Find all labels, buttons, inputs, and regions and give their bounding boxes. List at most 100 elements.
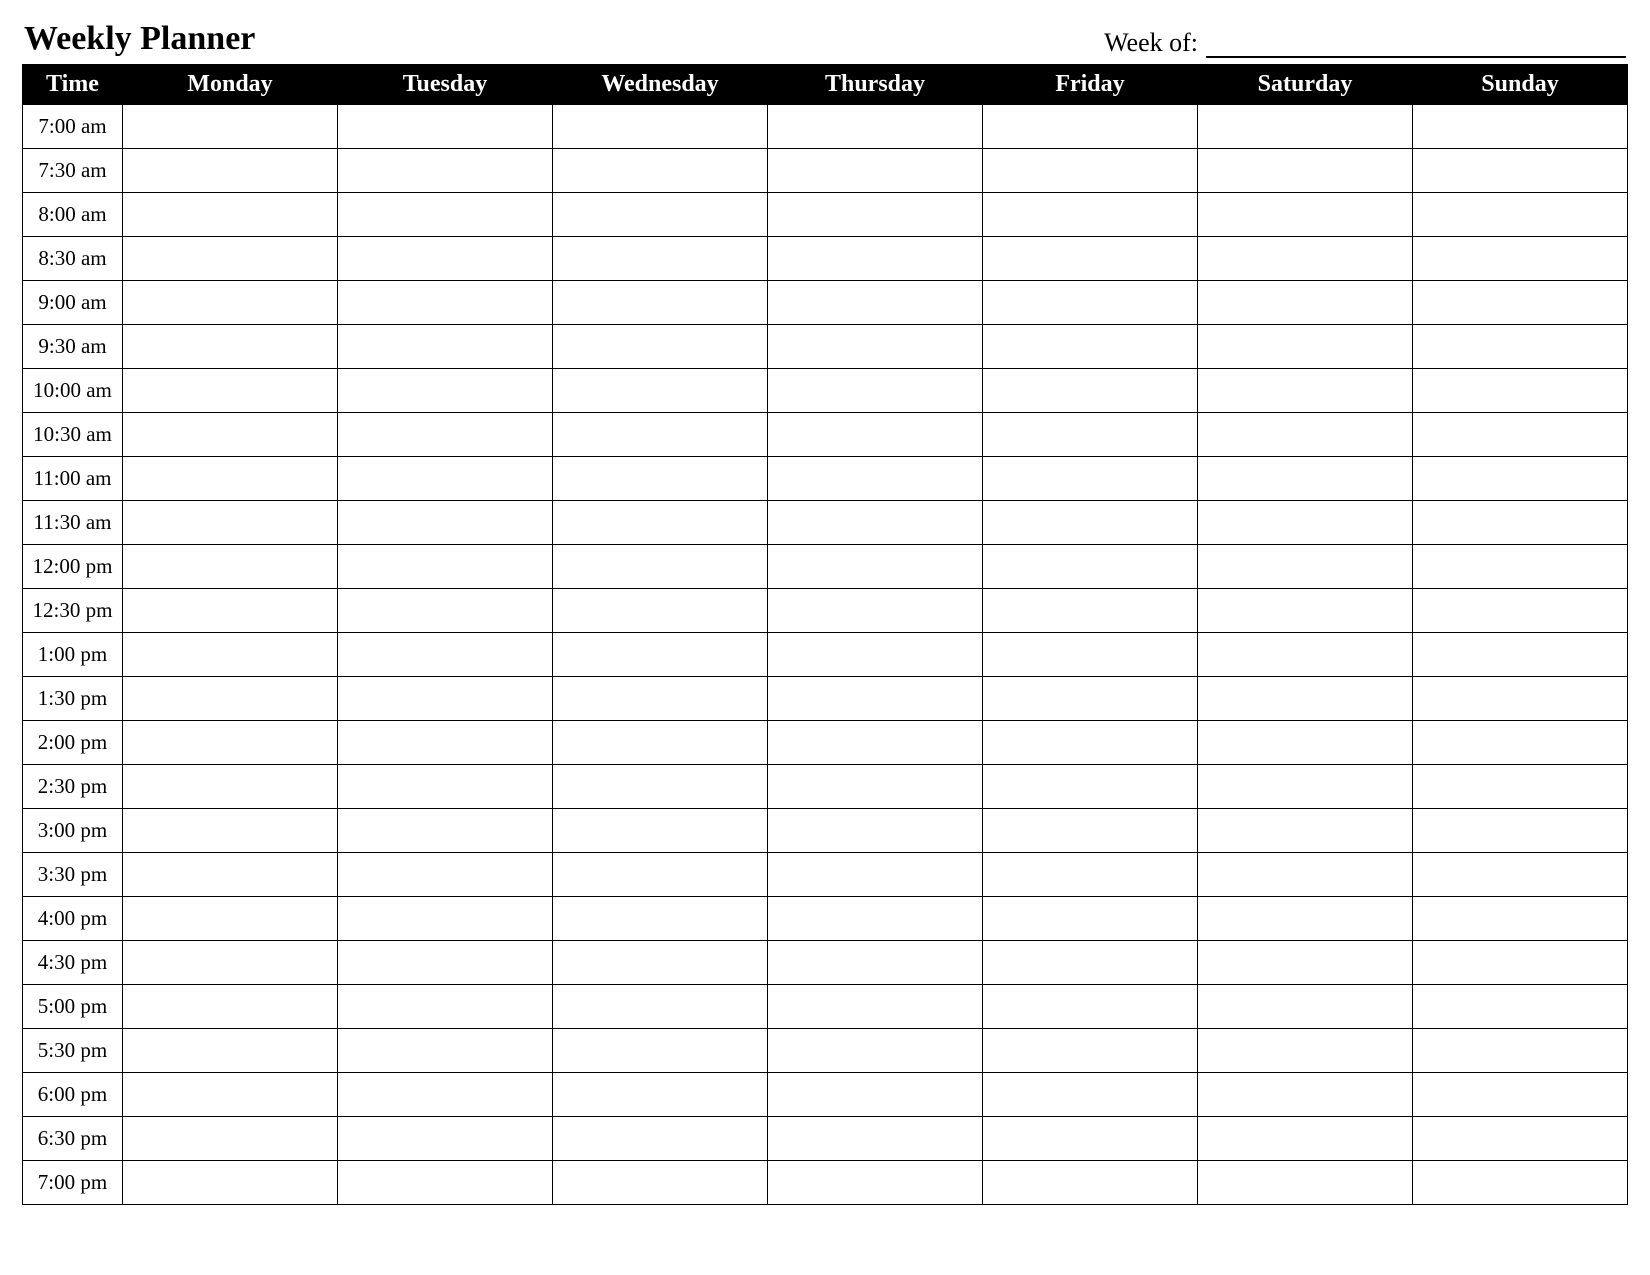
slot-cell[interactable]: [1198, 193, 1413, 237]
slot-cell[interactable]: [1413, 1029, 1628, 1073]
slot-cell[interactable]: [553, 1161, 768, 1205]
slot-cell[interactable]: [338, 369, 553, 413]
slot-cell[interactable]: [768, 941, 983, 985]
slot-cell[interactable]: [338, 633, 553, 677]
slot-cell[interactable]: [1198, 413, 1413, 457]
slot-cell[interactable]: [768, 281, 983, 325]
slot-cell[interactable]: [1198, 1161, 1413, 1205]
slot-cell[interactable]: [553, 721, 768, 765]
slot-cell[interactable]: [123, 633, 338, 677]
slot-cell[interactable]: [123, 853, 338, 897]
slot-cell[interactable]: [338, 149, 553, 193]
slot-cell[interactable]: [553, 149, 768, 193]
slot-cell[interactable]: [983, 853, 1198, 897]
slot-cell[interactable]: [338, 1073, 553, 1117]
slot-cell[interactable]: [768, 237, 983, 281]
slot-cell[interactable]: [768, 853, 983, 897]
slot-cell[interactable]: [983, 809, 1198, 853]
slot-cell[interactable]: [768, 105, 983, 149]
slot-cell[interactable]: [1413, 545, 1628, 589]
slot-cell[interactable]: [338, 237, 553, 281]
slot-cell[interactable]: [983, 1073, 1198, 1117]
slot-cell[interactable]: [768, 897, 983, 941]
slot-cell[interactable]: [983, 589, 1198, 633]
slot-cell[interactable]: [1198, 325, 1413, 369]
slot-cell[interactable]: [553, 765, 768, 809]
slot-cell[interactable]: [553, 325, 768, 369]
slot-cell[interactable]: [1198, 589, 1413, 633]
slot-cell[interactable]: [1198, 853, 1413, 897]
slot-cell[interactable]: [1198, 721, 1413, 765]
slot-cell[interactable]: [338, 105, 553, 149]
slot-cell[interactable]: [553, 809, 768, 853]
slot-cell[interactable]: [123, 1029, 338, 1073]
slot-cell[interactable]: [768, 545, 983, 589]
slot-cell[interactable]: [123, 193, 338, 237]
slot-cell[interactable]: [1413, 765, 1628, 809]
slot-cell[interactable]: [338, 1161, 553, 1205]
slot-cell[interactable]: [768, 413, 983, 457]
slot-cell[interactable]: [983, 149, 1198, 193]
slot-cell[interactable]: [768, 369, 983, 413]
slot-cell[interactable]: [1198, 633, 1413, 677]
slot-cell[interactable]: [1198, 457, 1413, 501]
slot-cell[interactable]: [768, 677, 983, 721]
slot-cell[interactable]: [983, 281, 1198, 325]
slot-cell[interactable]: [553, 853, 768, 897]
slot-cell[interactable]: [553, 985, 768, 1029]
slot-cell[interactable]: [338, 677, 553, 721]
slot-cell[interactable]: [983, 457, 1198, 501]
slot-cell[interactable]: [123, 897, 338, 941]
slot-cell[interactable]: [123, 941, 338, 985]
slot-cell[interactable]: [983, 413, 1198, 457]
slot-cell[interactable]: [983, 1029, 1198, 1073]
slot-cell[interactable]: [338, 765, 553, 809]
slot-cell[interactable]: [553, 413, 768, 457]
slot-cell[interactable]: [983, 985, 1198, 1029]
slot-cell[interactable]: [553, 677, 768, 721]
slot-cell[interactable]: [768, 149, 983, 193]
slot-cell[interactable]: [983, 193, 1198, 237]
slot-cell[interactable]: [123, 1117, 338, 1161]
slot-cell[interactable]: [1413, 853, 1628, 897]
slot-cell[interactable]: [983, 1117, 1198, 1161]
slot-cell[interactable]: [1198, 105, 1413, 149]
slot-cell[interactable]: [983, 501, 1198, 545]
slot-cell[interactable]: [768, 193, 983, 237]
slot-cell[interactable]: [123, 985, 338, 1029]
slot-cell[interactable]: [1198, 941, 1413, 985]
slot-cell[interactable]: [123, 369, 338, 413]
slot-cell[interactable]: [1413, 193, 1628, 237]
slot-cell[interactable]: [1413, 149, 1628, 193]
slot-cell[interactable]: [123, 809, 338, 853]
slot-cell[interactable]: [338, 897, 553, 941]
slot-cell[interactable]: [1198, 237, 1413, 281]
slot-cell[interactable]: [553, 1073, 768, 1117]
slot-cell[interactable]: [1198, 677, 1413, 721]
slot-cell[interactable]: [983, 941, 1198, 985]
slot-cell[interactable]: [1198, 985, 1413, 1029]
slot-cell[interactable]: [768, 721, 983, 765]
slot-cell[interactable]: [1413, 457, 1628, 501]
slot-cell[interactable]: [1198, 501, 1413, 545]
slot-cell[interactable]: [983, 237, 1198, 281]
slot-cell[interactable]: [123, 105, 338, 149]
slot-cell[interactable]: [768, 457, 983, 501]
slot-cell[interactable]: [553, 369, 768, 413]
slot-cell[interactable]: [338, 721, 553, 765]
slot-cell[interactable]: [1198, 897, 1413, 941]
slot-cell[interactable]: [1198, 765, 1413, 809]
slot-cell[interactable]: [983, 325, 1198, 369]
slot-cell[interactable]: [1198, 1073, 1413, 1117]
slot-cell[interactable]: [553, 1029, 768, 1073]
slot-cell[interactable]: [768, 633, 983, 677]
slot-cell[interactable]: [1413, 985, 1628, 1029]
slot-cell[interactable]: [1413, 897, 1628, 941]
slot-cell[interactable]: [768, 985, 983, 1029]
slot-cell[interactable]: [553, 193, 768, 237]
slot-cell[interactable]: [983, 105, 1198, 149]
slot-cell[interactable]: [1413, 1117, 1628, 1161]
slot-cell[interactable]: [123, 325, 338, 369]
slot-cell[interactable]: [1413, 1073, 1628, 1117]
slot-cell[interactable]: [983, 545, 1198, 589]
